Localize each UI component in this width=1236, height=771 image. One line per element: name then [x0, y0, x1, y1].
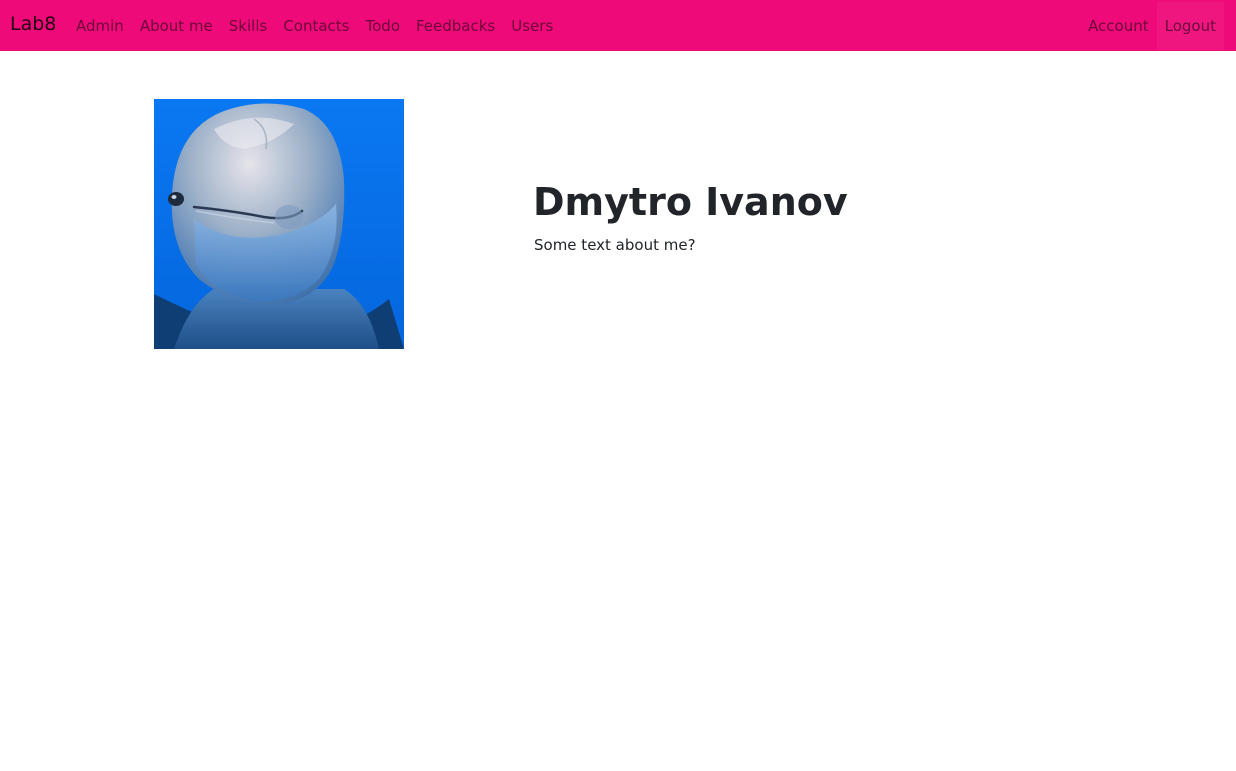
nav-link-users[interactable]: Users: [503, 2, 561, 50]
nav-item-users: Users: [503, 2, 561, 50]
nav-link-logout[interactable]: Logout: [1156, 1, 1224, 50]
nav-link-admin[interactable]: Admin: [68, 2, 132, 50]
nav-item-skills: Skills: [221, 2, 276, 50]
nav-item-contacts: Contacts: [275, 2, 357, 50]
nav-link-feedbacks[interactable]: Feedbacks: [408, 2, 503, 50]
nav-link-todo[interactable]: Todo: [358, 2, 409, 50]
nav-item-feedbacks: Feedbacks: [408, 2, 503, 50]
nav-link-account[interactable]: Account: [1080, 2, 1157, 50]
nav-item-account: Account: [1080, 2, 1157, 50]
main-nav: Admin About me Skills Contacts Todo Feed…: [68, 0, 561, 51]
nav-link-contacts[interactable]: Contacts: [275, 2, 357, 50]
nav-item-admin: Admin: [68, 2, 132, 50]
navbar-brand[interactable]: Lab8: [10, 12, 56, 36]
account-nav: Account Logout: [1080, 0, 1224, 51]
nav-item-todo: Todo: [358, 2, 409, 50]
top-navbar: Lab8 Admin About me Skills Contacts Todo…: [0, 0, 1236, 51]
profile-name: Dmytro Ivanov: [533, 180, 848, 224]
profile-photo: [154, 99, 404, 349]
nav-item-about-me: About me: [132, 2, 221, 50]
nav-link-about-me[interactable]: About me: [132, 2, 221, 50]
nav-link-skills[interactable]: Skills: [221, 2, 276, 50]
nav-item-logout: Logout: [1156, 1, 1224, 50]
profile-about-text: Some text about me?: [534, 236, 696, 254]
